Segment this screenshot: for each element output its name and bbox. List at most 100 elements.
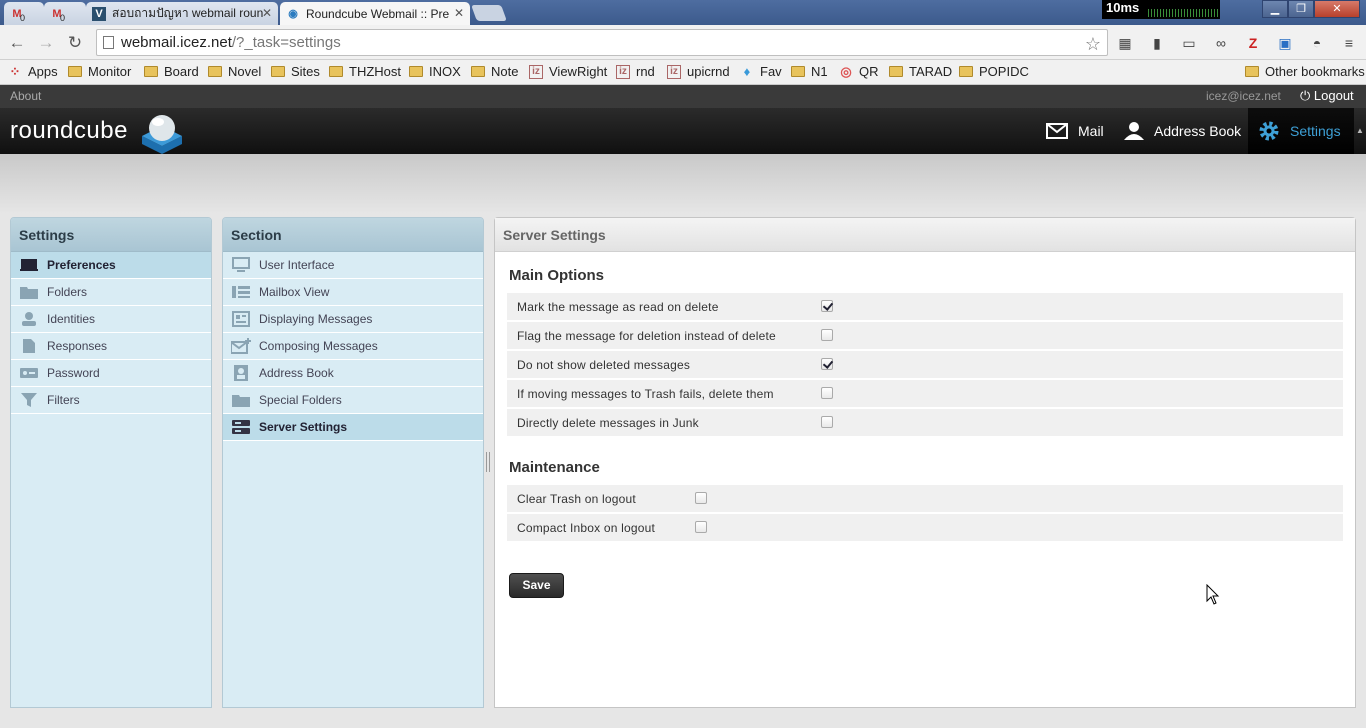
bookmark-thzhost[interactable]: THZHost — [329, 64, 401, 79]
ping-value: 10ms — [1106, 0, 1140, 15]
settings-item-filters[interactable]: Filters — [11, 387, 211, 414]
other-bookmarks[interactable]: Other bookmarks — [1245, 64, 1365, 79]
folder-icon — [208, 66, 222, 77]
folder-icon — [68, 66, 82, 77]
folder-icon — [271, 66, 285, 77]
settings-item-preferences[interactable]: Preferences — [11, 252, 211, 279]
bookmark-qr[interactable]: ◎ QR — [839, 64, 879, 80]
bookmark-monitor[interactable]: Monitor — [68, 64, 131, 79]
delete-junk-checkbox[interactable] — [821, 416, 833, 428]
nav-addressbook-label: Address Book — [1154, 123, 1242, 139]
bookmark-upicrnd[interactable]: iz upicrnd — [667, 64, 730, 79]
calendar-extension-icon[interactable]: ▦ — [1116, 34, 1134, 52]
option-label: Do not show deleted messages — [517, 357, 691, 372]
nav-addressbook[interactable]: Address Book — [1124, 108, 1241, 154]
close-tab-icon[interactable]: ✕ — [262, 6, 272, 20]
nav-mail[interactable]: Mail — [1046, 108, 1104, 154]
forward-icon[interactable]: → — [36, 33, 56, 53]
monitor-icon — [19, 257, 39, 273]
server-icon — [231, 419, 251, 435]
browser-tab-gmail-2[interactable]: M 0 — [44, 2, 86, 25]
section-item-displaying-messages[interactable]: Displaying Messages — [223, 306, 483, 333]
menu-icon[interactable]: ≡ — [1340, 34, 1358, 52]
option-label: Mark the message as read on delete — [517, 299, 719, 314]
roundcube-logo-icon — [142, 115, 182, 154]
save-button[interactable]: Save — [509, 573, 564, 598]
browser-tab-gmail-1[interactable]: M 0 — [4, 2, 44, 25]
settings-item-folders[interactable]: Folders — [11, 279, 211, 306]
section-item-special-folders[interactable]: Special Folders — [223, 387, 483, 414]
new-tab-button[interactable] — [471, 5, 507, 21]
bookmark-sites[interactable]: Sites — [271, 64, 320, 79]
back-icon[interactable]: ← — [7, 33, 27, 53]
zotero-extension-icon[interactable]: Z — [1244, 34, 1262, 52]
bookmark-star-icon[interactable]: ☆ — [1085, 32, 1101, 57]
bookmark-board[interactable]: Board — [144, 64, 199, 79]
main-options-title: Main Options — [509, 267, 604, 284]
section-item-mailbox-view[interactable]: Mailbox View — [223, 279, 483, 306]
option-row: If moving messages to Trash fails, delet… — [507, 380, 1343, 407]
read-on-delete-checkbox[interactable] — [821, 300, 833, 312]
section-item-label: Displaying Messages — [259, 312, 373, 326]
bookmark-tarad[interactable]: TARAD — [889, 64, 952, 79]
bookmark-rnd[interactable]: iz rnd — [616, 64, 655, 79]
settings-item-responses[interactable]: Responses — [11, 333, 211, 360]
bookmark-n1[interactable]: N1 — [791, 64, 828, 79]
settings-item-identities[interactable]: Identities — [11, 306, 211, 333]
maximize-button[interactable]: ❐ — [1288, 0, 1314, 18]
about-link[interactable]: About — [10, 89, 41, 103]
section-panel-title: Section — [223, 218, 483, 252]
url-host: webmail.icez.net — [121, 34, 232, 51]
flag-for-deletion-checkbox[interactable] — [821, 329, 833, 341]
browser-tab-roundcube[interactable]: ◉ Roundcube Webmail :: Pre ✕ — [280, 2, 470, 25]
cast-icon[interactable]: ▭ — [1180, 34, 1198, 52]
address-bar[interactable]: webmail.icez.net/?_task=settings ☆ — [96, 29, 1108, 56]
logout-link[interactable]: ⏻ Logout — [1300, 88, 1354, 104]
bookmark-note[interactable]: Note — [471, 64, 518, 79]
bookmark-viewright[interactable]: iz ViewRight — [529, 64, 607, 79]
close-tab-icon[interactable]: ✕ — [454, 6, 464, 20]
section-item-address-book[interactable]: Address Book — [223, 360, 483, 387]
delete-always-checkbox[interactable] — [821, 387, 833, 399]
bookmark-label: QR — [859, 64, 879, 79]
bookmark-label: ViewRight — [549, 64, 608, 79]
browser-tab-forum[interactable]: V สอบถามปัญหา webmail roun ✕ — [86, 2, 278, 25]
addressbook-icon — [231, 365, 251, 381]
option-row: Flag the message for deletion instead of… — [507, 322, 1343, 349]
option-row: Directly delete messages in Junk — [507, 409, 1343, 436]
skip-deleted-checkbox[interactable] — [821, 358, 833, 370]
section-item-user-interface[interactable]: User Interface — [223, 252, 483, 279]
section-item-server-settings[interactable]: Server Settings — [223, 414, 483, 441]
bookmark-popidc[interactable]: POPIDC — [959, 64, 1029, 79]
bookmark-fav[interactable]: ♦ Fav — [740, 64, 782, 79]
filter-icon — [19, 392, 39, 408]
chat-extension-icon[interactable]: ▣ — [1276, 34, 1294, 52]
bookmark-inox[interactable]: INOX — [409, 64, 461, 79]
reload-icon[interactable]: ↻ — [65, 33, 85, 53]
folder-icon — [231, 392, 251, 408]
clear-trash-checkbox[interactable] — [695, 492, 707, 504]
bookmark-apps[interactable]: ⁘ Apps — [8, 64, 58, 80]
bookmark-label: Note — [491, 64, 519, 79]
envelope-icon — [1046, 123, 1068, 139]
panel-splitter[interactable] — [486, 452, 490, 472]
close-window-button[interactable]: ✕ — [1314, 0, 1360, 18]
ping-graph — [1148, 9, 1218, 17]
roundcube-logo[interactable]: roundcube — [10, 108, 182, 154]
tab-title: สอบถามปัญหา webmail roun — [112, 6, 264, 20]
section-item-composing-messages[interactable]: Composing Messages — [223, 333, 483, 360]
settings-item-password[interactable]: Password — [11, 360, 211, 387]
compact-inbox-checkbox[interactable] — [695, 521, 707, 533]
phone-extension-icon[interactable]: ▮ — [1148, 34, 1166, 52]
message-icon — [231, 311, 251, 327]
browser-tab-strip: M 0 M 0 V สอบถามปัญหา webmail roun ✕ ◉ R… — [0, 0, 1366, 25]
folder-icon — [144, 66, 158, 77]
collapse-header-icon[interactable]: ▲ — [1354, 108, 1366, 154]
incognito-extension-icon[interactable]: ◓ — [1308, 34, 1326, 52]
option-row: Clear Trash on logout — [507, 485, 1343, 512]
minimize-button[interactable]: ▁ — [1262, 0, 1288, 18]
nav-settings[interactable]: Settings — [1248, 108, 1354, 154]
bookmark-novel[interactable]: Novel — [208, 64, 261, 79]
settings-item-label: Password — [47, 366, 100, 380]
infinity-extension-icon[interactable]: ∞ — [1212, 34, 1230, 52]
